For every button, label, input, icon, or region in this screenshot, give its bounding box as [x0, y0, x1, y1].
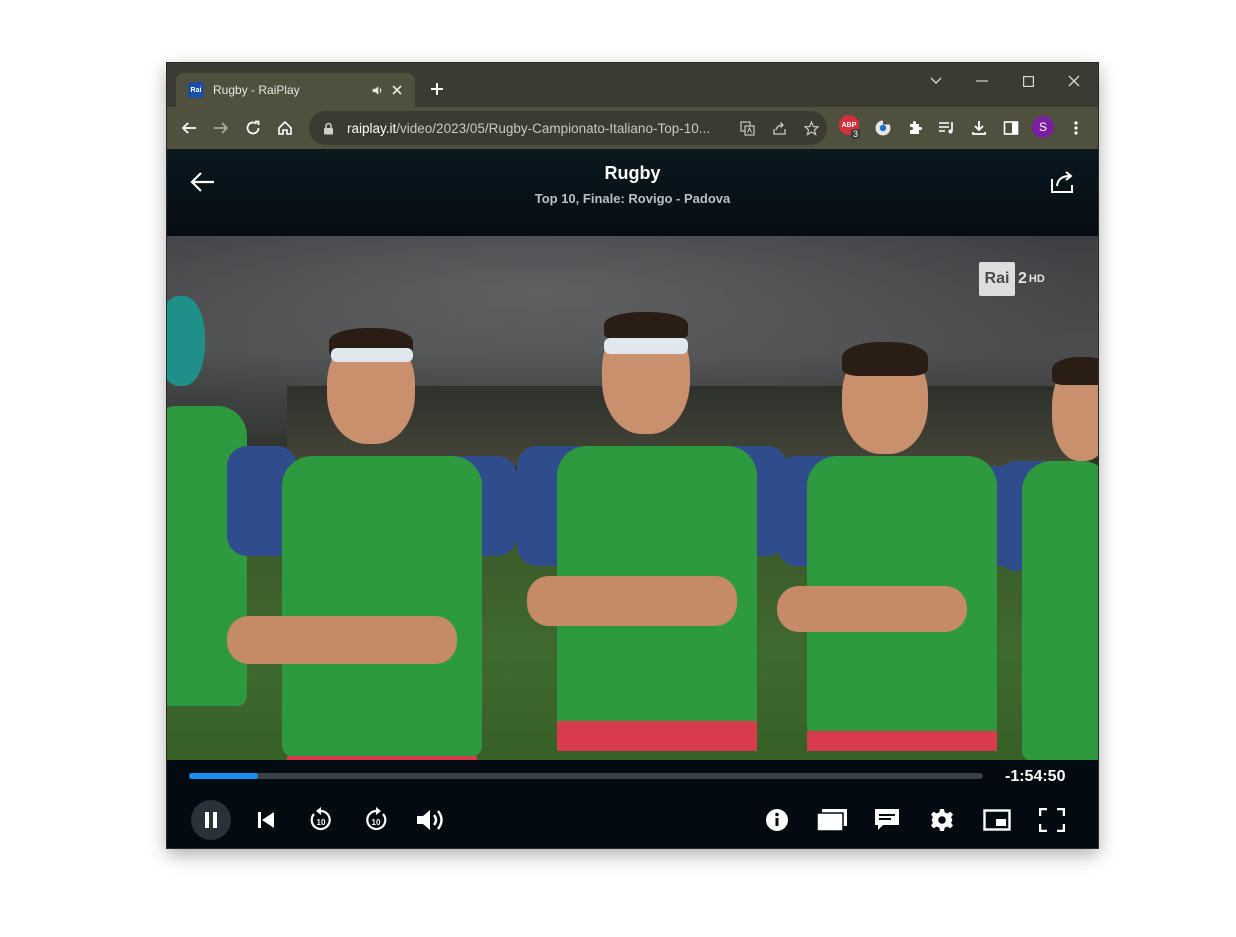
channel-hd: HD	[1028, 273, 1045, 285]
new-tab-icon[interactable]	[427, 79, 447, 99]
rewind-10-button[interactable]: 10	[301, 800, 341, 840]
info-button[interactable]	[757, 800, 797, 840]
fullscreen-icon	[1039, 808, 1065, 832]
skip-previous-icon	[258, 812, 274, 828]
pause-button[interactable]	[191, 800, 231, 840]
pause-icon	[205, 812, 217, 828]
share-page-icon[interactable]	[771, 120, 787, 136]
reload-icon[interactable]	[241, 116, 265, 140]
extension-chrome-icon[interactable]	[871, 116, 895, 140]
picture-in-picture-button[interactable]	[977, 800, 1017, 840]
url-text[interactable]: raiplay.it/video/2023/05/Rugby-Campionat…	[347, 121, 747, 136]
tab-title: Rugby - RaiPlay	[213, 83, 300, 97]
maximize-icon[interactable]	[1010, 69, 1046, 93]
raiplay-player-page: Rugby Top 10, Finale: Rovigo - Padova Ra…	[167, 149, 1098, 848]
puzzle-extensions-icon[interactable]	[903, 116, 927, 140]
progress-fill	[189, 773, 259, 779]
lock-icon[interactable]	[321, 121, 335, 135]
chevron-down-icon[interactable]	[918, 69, 954, 93]
bookmark-star-icon[interactable]	[803, 120, 819, 136]
volume-button[interactable]	[411, 800, 451, 840]
volume-icon	[417, 810, 443, 830]
download-icon[interactable]	[967, 116, 991, 140]
info-icon	[766, 809, 788, 831]
tab-strip: Rai Rugby - RaiPlay	[167, 63, 1098, 107]
tab-raiplay[interactable]: Rai Rugby - RaiPlay	[176, 73, 415, 107]
progress-bar[interactable]	[189, 773, 983, 779]
episode-subtitle: Top 10, Finale: Rovigo - Padova	[534, 191, 731, 206]
share-icon[interactable]	[1048, 167, 1078, 197]
browser-window: Rai Rugby - RaiPlay raiplay.it/video/202…	[167, 63, 1098, 848]
home-icon[interactable]	[273, 116, 297, 140]
side-panel-icon[interactable]	[999, 116, 1023, 140]
close-tab-icon[interactable]	[389, 82, 405, 98]
minimize-icon[interactable]	[964, 69, 1000, 93]
gear-icon	[931, 809, 953, 831]
video-frame[interactable]: Rai 2 HD	[167, 236, 1098, 760]
kebab-menu-icon[interactable]	[1064, 116, 1088, 140]
settings-button[interactable]	[922, 800, 962, 840]
player-controls: -1:54:50 10 10	[167, 760, 1098, 848]
forward-arrow-icon[interactable]	[209, 116, 233, 140]
forward-seconds-label: 10	[372, 818, 381, 827]
subtitles-button[interactable]	[867, 800, 907, 840]
adblock-count-badge: 3	[851, 129, 861, 139]
address-bar[interactable]: raiplay.it/video/2023/05/Rugby-Campionat…	[309, 111, 827, 145]
picture-in-picture-icon	[983, 809, 1011, 831]
channel-number: 2	[1018, 270, 1027, 287]
profile-avatar[interactable]: S	[1032, 116, 1054, 138]
subtitles-icon	[875, 809, 899, 830]
forward-10-button[interactable]: 10	[356, 800, 396, 840]
rewind-seconds-label: 10	[317, 818, 326, 827]
episodes-stack-icon	[816, 809, 847, 832]
close-window-icon[interactable]	[1056, 69, 1092, 93]
remaining-time: -1:54:50	[1005, 768, 1066, 785]
episodes-button[interactable]	[812, 800, 852, 840]
translate-icon[interactable]	[739, 120, 755, 136]
rai-logo-box: Rai	[979, 262, 1015, 296]
speaker-icon[interactable]	[369, 82, 385, 98]
player-header: Rugby Top 10, Finale: Rovigo - Padova	[167, 149, 1098, 236]
media-queue-icon[interactable]	[935, 116, 959, 140]
browser-toolbar: raiplay.it/video/2023/05/Rugby-Campionat…	[167, 107, 1098, 149]
channel-logo: Rai 2 HD	[979, 262, 1045, 296]
previous-button[interactable]	[246, 800, 286, 840]
forward-10-icon: 10	[366, 807, 387, 831]
page-title: Rugby	[604, 163, 661, 183]
fullscreen-button[interactable]	[1032, 800, 1072, 840]
back-arrow-icon[interactable]	[177, 116, 201, 140]
rai-favicon-icon: Rai	[188, 82, 204, 98]
rewind-10-icon: 10	[310, 807, 331, 831]
